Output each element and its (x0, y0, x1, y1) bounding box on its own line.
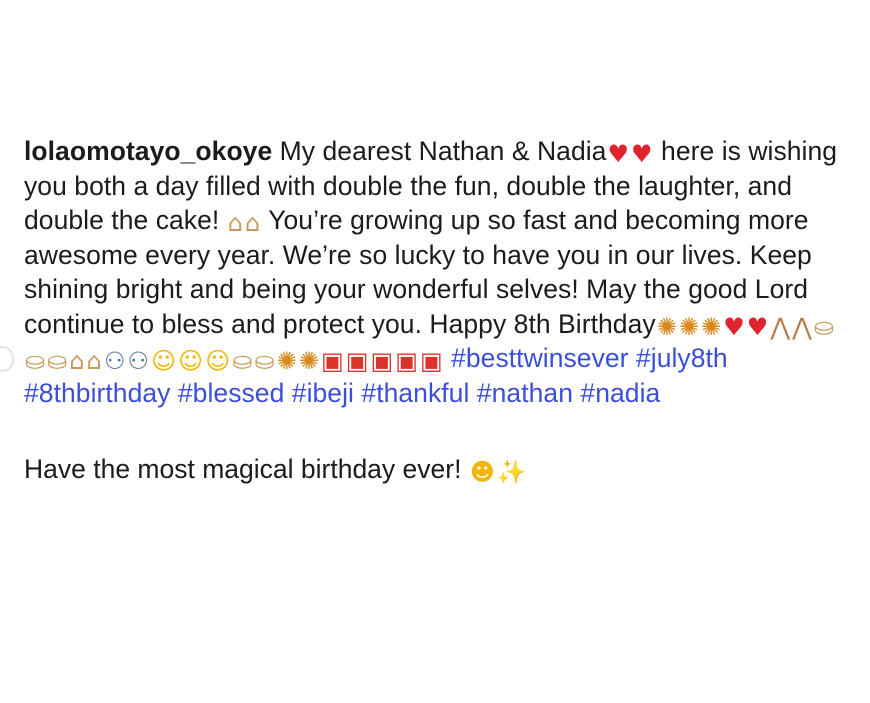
red-heart-icon: ♥ (723, 312, 745, 341)
hashtag-link[interactable]: #blessed (178, 378, 284, 408)
birthday-cake-icon: ⛀ (25, 347, 46, 375)
red-heart-icon: ♥ (607, 140, 630, 168)
party-popper-icon: ✺ (701, 312, 722, 341)
red-heart-icon: ♥ (631, 140, 653, 168)
followup-text: Have the most magical birthday ever! (24, 454, 469, 484)
heart-eyes-icon: ☺ (151, 347, 177, 375)
hashtag-link[interactable]: #nadia (580, 378, 660, 408)
birthday-cake-icon: ⛀ (254, 347, 275, 375)
carousel-edge-indicator (0, 346, 14, 372)
heart-eyes-icon: ☺ (205, 347, 231, 375)
red-heart-icon: ♥ (746, 312, 769, 341)
hashtag-link[interactable]: #thankful (361, 378, 469, 408)
birthday-cake-icon: ⛀ (813, 312, 835, 341)
caption-segment-1: My dearest Nathan & Nadia (272, 136, 607, 166)
followup-message: Have the most magical birthday ever! ☻✨ (24, 452, 854, 487)
sparkles-icon: ✨ (496, 458, 527, 486)
gift-icon: ▣ (321, 347, 344, 375)
cupcake-icon: ⌂ (69, 347, 85, 375)
caption-text: lolaomotayo_okoye My dearest Nathan & Na… (24, 134, 854, 410)
confetti-ball-icon: ✺ (276, 347, 297, 375)
two-people-icon: ⚇ (127, 347, 150, 375)
gift-icon: ▣ (395, 347, 418, 375)
partying-face-icon: ☻ (469, 458, 495, 486)
gift-icon: ▣ (370, 347, 394, 375)
birthday-cake-icon: ⛀ (47, 347, 68, 375)
hashtag-link[interactable]: #8thbirthday (24, 378, 170, 408)
cupcake-icon: ⌂ (86, 347, 102, 375)
party-popper-icon: ✺ (656, 312, 677, 341)
folded-hands-icon: ⋀ (792, 312, 812, 341)
gift-icon: ▣ (345, 347, 369, 375)
username-link[interactable]: lolaomotayo_okoye (24, 136, 272, 166)
hashtag-link[interactable]: #july8th (636, 343, 728, 373)
heart-eyes-icon: ☺ (178, 347, 204, 375)
party-popper-icon: ✺ (678, 312, 700, 341)
gift-icon: ▣ (419, 347, 443, 375)
confetti-ball-icon: ✺ (298, 347, 320, 375)
birthday-cake-icon: ⛀ (232, 347, 253, 375)
hashtag-link[interactable]: #ibeji (292, 378, 354, 408)
two-people-icon: ⚇ (103, 347, 126, 375)
cupcake-icon: ⌂ (245, 209, 261, 237)
post-caption-container: lolaomotayo_okoye My dearest Nathan & Na… (24, 134, 854, 487)
folded-hands-icon: ⋀ (770, 312, 791, 341)
hashtag-link[interactable]: #nathan (477, 378, 573, 408)
cupcake-icon: ⌂ (227, 209, 243, 237)
hashtag-link[interactable]: #besttwinsever (451, 343, 628, 373)
